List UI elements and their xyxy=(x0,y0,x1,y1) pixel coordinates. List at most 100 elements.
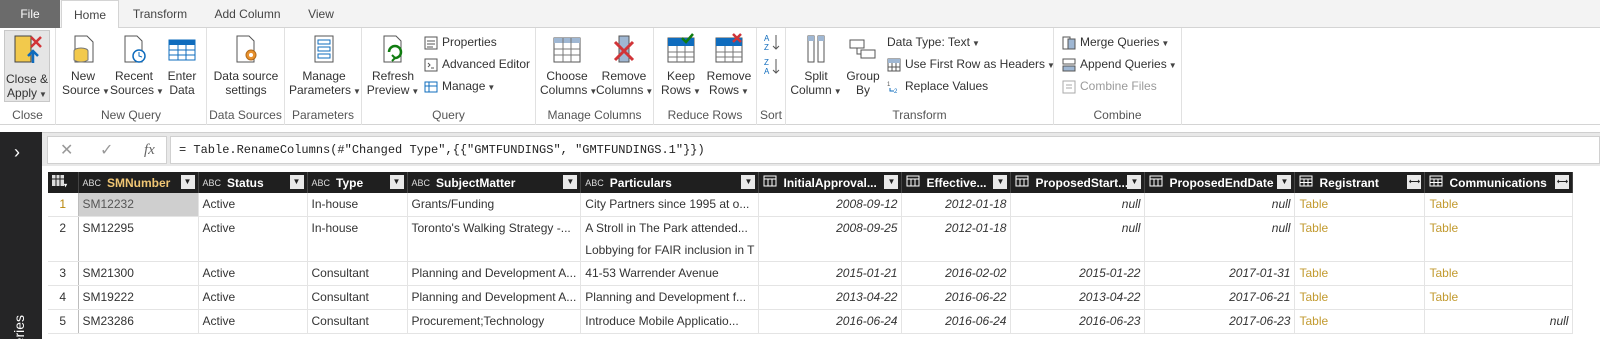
manage-button[interactable]: Manage ▼ xyxy=(424,76,495,96)
refresh-preview-button[interactable]: Refresh Preview ▼ xyxy=(366,32,420,99)
table-link-cell[interactable]: Table xyxy=(1294,193,1426,217)
column-header-proposedstart[interactable]: ProposedStart... ▼ xyxy=(1010,172,1146,193)
table-cell[interactable]: 2016-02-02 xyxy=(901,261,1012,286)
properties-button[interactable]: Properties xyxy=(424,32,497,52)
close-apply-button[interactable]: Close & Apply ▼ xyxy=(4,30,50,102)
choose-columns-button[interactable]: Choose Columns ▼ xyxy=(540,32,597,99)
recent-sources-button[interactable]: Recent Sources ▼ xyxy=(110,32,164,99)
table-cell[interactable]: Active xyxy=(198,261,308,286)
table-cell[interactable]: Toronto's Walking Strategy -... xyxy=(407,216,582,262)
table-cell[interactable]: Planning and Development f... xyxy=(580,285,760,310)
table-cell[interactable]: 2015-01-21 xyxy=(758,261,903,286)
remove-columns-button[interactable]: Remove Columns ▼ xyxy=(596,32,653,99)
append-queries-button[interactable]: Append Queries ▼ xyxy=(1062,54,1177,74)
filter-dropdown-icon[interactable]: ▼ xyxy=(563,175,578,189)
split-column-button[interactable]: Split Column ▼ xyxy=(790,32,842,99)
table-link-cell[interactable]: Table xyxy=(1294,285,1426,310)
filter-dropdown-icon[interactable]: ▼ xyxy=(1277,175,1292,189)
tab-add-column[interactable]: Add Column xyxy=(205,0,290,28)
manage-parameters-button[interactable]: Manage Parameters ▼ xyxy=(289,32,361,99)
sort-descending-button[interactable]: Z A xyxy=(763,56,781,78)
table-cell[interactable]: 2013-04-22 xyxy=(758,285,903,310)
data-type-dropdown[interactable]: Data Type: Text ▼ xyxy=(887,32,980,52)
table-cell[interactable]: Active xyxy=(198,193,308,217)
table-cell[interactable]: Procurement;Technology xyxy=(407,309,582,334)
cancel-icon[interactable]: ✕ xyxy=(60,140,73,160)
table-link-cell[interactable]: Table xyxy=(1294,309,1426,334)
keep-rows-button[interactable]: Keep Rows ▼ xyxy=(658,32,704,99)
table-cell[interactable]: Active xyxy=(198,216,308,262)
tab-view[interactable]: View xyxy=(300,0,342,28)
row-number[interactable]: 3 xyxy=(48,261,79,286)
column-header-effective[interactable]: Effective... ▼ xyxy=(901,172,1012,193)
table-cell[interactable]: null xyxy=(1010,216,1146,262)
column-header-proposedenddate[interactable]: ProposedEndDate ▼ xyxy=(1144,172,1296,193)
table-cell[interactable]: SM21300 xyxy=(78,261,199,286)
table-cell[interactable]: Consultant xyxy=(307,261,408,286)
filter-dropdown-icon[interactable]: ▼ xyxy=(289,175,304,189)
table-cell-multiline[interactable]: A Stroll in The Park attended... Lobbying… xyxy=(580,216,760,262)
remove-rows-button[interactable]: Remove Rows ▼ xyxy=(704,32,754,99)
table-cell[interactable]: City Partners since 1995 at o... xyxy=(580,193,760,217)
table-cell[interactable]: 2013-04-22 xyxy=(1010,285,1146,310)
table-cell[interactable]: Active xyxy=(198,285,308,310)
expand-column-icon[interactable]: ⟷ xyxy=(1555,175,1570,189)
table-cell[interactable]: 2016-06-22 xyxy=(901,285,1012,310)
column-header-initialapproval[interactable]: InitialApproval... ▼ xyxy=(758,172,903,193)
table-cell[interactable]: In-house xyxy=(307,216,408,262)
replace-values-button[interactable]: 1 2 Replace Values xyxy=(887,76,988,96)
table-link-cell[interactable]: Table xyxy=(1424,216,1574,262)
filter-dropdown-icon[interactable]: ▼ xyxy=(1127,175,1142,189)
table-link-cell[interactable]: Table xyxy=(1424,285,1574,310)
expand-column-icon[interactable]: ⟷ xyxy=(1407,175,1422,189)
row-number[interactable]: 1 xyxy=(48,193,79,217)
check-icon[interactable]: ✓ xyxy=(100,140,113,160)
filter-dropdown-icon[interactable]: ▼ xyxy=(180,175,195,189)
table-cell[interactable]: Planning and Development A... xyxy=(407,261,582,286)
table-cell[interactable]: SM19222 xyxy=(78,285,199,310)
table-cell[interactable]: Introduce Mobile Applicatio... xyxy=(580,309,760,334)
filter-dropdown-icon[interactable]: ▼ xyxy=(741,175,756,189)
table-cell[interactable]: null xyxy=(1424,309,1574,334)
table-cell[interactable]: 2016-06-24 xyxy=(901,309,1012,334)
table-menu-button[interactable]: ▾ xyxy=(48,172,79,193)
row-number[interactable]: 2 xyxy=(48,216,79,262)
column-header-smnumber[interactable]: ABC SMNumber ▼ xyxy=(78,172,199,193)
filter-dropdown-icon[interactable]: ▼ xyxy=(884,175,899,189)
column-header-subjectmatter[interactable]: ABC SubjectMatter ▼ xyxy=(407,172,582,193)
table-cell[interactable]: SM12295 xyxy=(78,216,199,262)
table-cell[interactable]: 2012-01-18 xyxy=(901,193,1012,217)
table-cell[interactable]: null xyxy=(1144,193,1296,217)
advanced-editor-button[interactable]: Advanced Editor xyxy=(424,54,530,74)
filter-dropdown-icon[interactable]: ▼ xyxy=(389,175,404,189)
table-cell[interactable]: Active xyxy=(198,309,308,334)
table-cell[interactable]: 2016-06-23 xyxy=(1010,309,1146,334)
tab-file[interactable]: File xyxy=(0,0,60,28)
table-link-cell[interactable]: Table xyxy=(1424,193,1574,217)
column-header-status[interactable]: ABC Status ▼ xyxy=(198,172,308,193)
row-number[interactable]: 5 xyxy=(48,309,79,334)
table-cell[interactable]: 2017-06-21 xyxy=(1144,285,1296,310)
table-cell[interactable]: Consultant xyxy=(307,285,408,310)
table-cell[interactable]: 2012-01-18 xyxy=(901,216,1012,262)
table-link-cell[interactable]: Table xyxy=(1294,216,1426,262)
sort-ascending-button[interactable]: A Z xyxy=(763,32,781,54)
column-header-communications[interactable]: Communications ⟷ xyxy=(1424,172,1574,193)
table-cell[interactable]: 2008-09-25 xyxy=(758,216,903,262)
table-cell[interactable]: In-house xyxy=(307,193,408,217)
use-first-row-headers-button[interactable]: Use First Row as Headers ▼ xyxy=(887,54,1055,74)
filter-dropdown-icon[interactable]: ▼ xyxy=(993,175,1008,189)
queries-pane[interactable]: › Queries xyxy=(0,132,42,364)
table-cell[interactable]: null xyxy=(1144,216,1296,262)
table-cell[interactable]: SM12232 xyxy=(78,193,199,217)
column-header-particulars[interactable]: ABC Particulars ▼ xyxy=(580,172,760,193)
formula-input[interactable]: = Table.RenameColumns(#"Changed Type",{{… xyxy=(170,136,1600,164)
table-cell[interactable]: Consultant xyxy=(307,309,408,334)
table-cell[interactable]: null xyxy=(1010,193,1146,217)
tab-home[interactable]: Home xyxy=(61,0,119,29)
table-cell[interactable]: SM23286 xyxy=(78,309,199,334)
table-link-cell[interactable]: Table xyxy=(1294,261,1426,286)
new-source-button[interactable]: New Source ▼ xyxy=(62,32,110,99)
table-cell[interactable]: 2017-01-31 xyxy=(1144,261,1296,286)
data-source-settings-button[interactable]: Data source settings xyxy=(212,32,280,97)
